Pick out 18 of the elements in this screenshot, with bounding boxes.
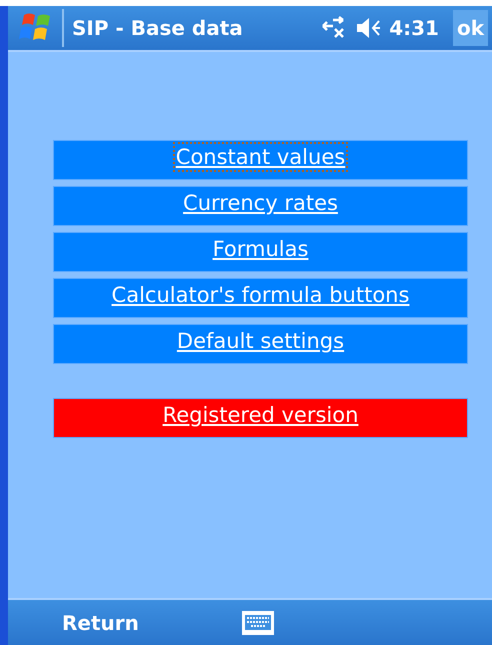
clock-text[interactable]: 4:31 xyxy=(389,13,439,43)
link-text: Calculator's formula buttons xyxy=(110,282,410,308)
return-soft-key[interactable]: Return xyxy=(62,608,242,638)
menu-link-button[interactable]: Constant values xyxy=(53,140,468,180)
link-text: Constant values xyxy=(174,144,346,170)
link-text: Formulas xyxy=(212,236,310,262)
link-text: Registered version xyxy=(162,402,360,428)
menu-link-button[interactable]: Currency rates xyxy=(53,186,468,226)
keyboard-icon[interactable] xyxy=(242,610,274,634)
speaker-icon[interactable] xyxy=(355,16,382,40)
menu-link-button[interactable]: Calculator's formula buttons xyxy=(53,278,468,318)
window-title: SIP - Base data xyxy=(72,15,244,42)
menu-link-button[interactable]: Default settings xyxy=(53,324,468,364)
menu-link-button[interactable]: Registered version xyxy=(53,398,468,438)
menu-link-button[interactable]: Formulas xyxy=(53,232,468,272)
link-text: Default settings xyxy=(176,328,346,354)
ok-button[interactable]: ok xyxy=(452,10,488,46)
link-text: Currency rates xyxy=(182,190,339,216)
